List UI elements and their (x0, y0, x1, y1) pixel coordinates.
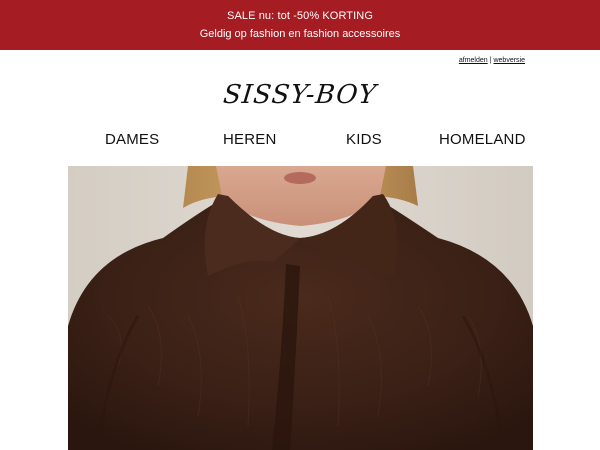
webversion-link[interactable]: webversie (493, 57, 525, 64)
unsubscribe-link[interactable]: afmelden (459, 57, 488, 64)
utility-separator: | (489, 57, 492, 64)
promo-headline: SALE nu: tot -50% KORTING (227, 10, 373, 22)
nav-item-heren[interactable]: HEREN (223, 131, 277, 148)
nav-item-dames[interactable]: DAMES (105, 131, 159, 148)
main-nav: DAMES HEREN KIDS HOMELAND (0, 131, 600, 151)
brand-logo[interactable]: SISSY-BOY (0, 80, 600, 110)
lips (284, 172, 316, 184)
hero-image[interactable] (68, 166, 533, 450)
promo-subline: Geldig op fashion en fashion accessoires (199, 28, 401, 40)
utility-links: afmelden | webversie (459, 57, 525, 64)
hero-photo (68, 166, 533, 450)
nav-item-kids[interactable]: KIDS (346, 131, 382, 148)
nav-item-homeland[interactable]: HOMELAND (439, 131, 526, 148)
promo-banner[interactable]: SALE nu: tot -50% KORTING Geldig op fash… (0, 0, 600, 50)
